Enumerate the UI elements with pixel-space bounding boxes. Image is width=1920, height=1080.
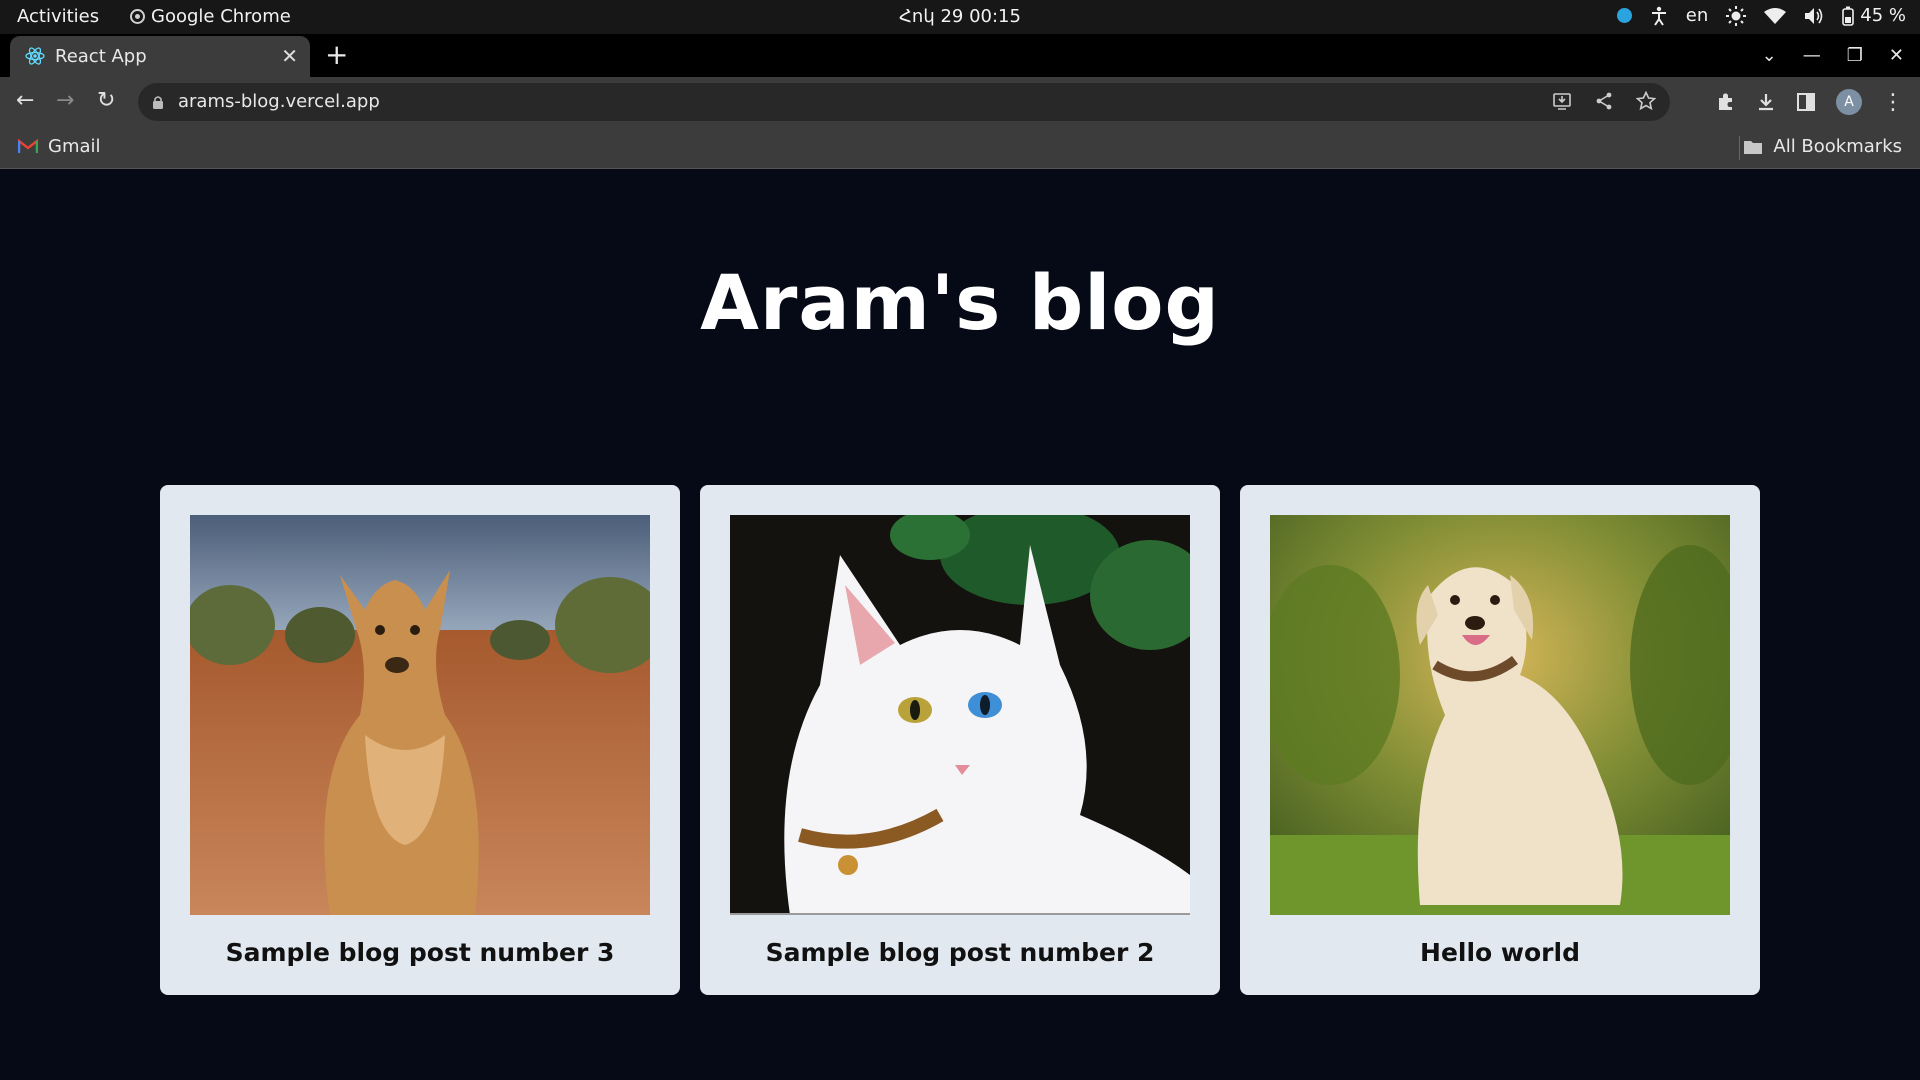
language-indicator[interactable]: en bbox=[1686, 5, 1708, 26]
tab-strip: React App ✕ bbox=[0, 34, 1920, 77]
reload-button[interactable]: ↻ bbox=[97, 89, 115, 113]
gmail-icon bbox=[18, 139, 38, 153]
new-tab-button[interactable]: + bbox=[325, 41, 348, 69]
accessibility-icon[interactable] bbox=[1650, 6, 1668, 26]
browser-toolbar: ← → ↻ arams-blog.vercel.app A ⋮ bbox=[0, 77, 1920, 127]
address-bar[interactable]: arams-blog.vercel.app bbox=[138, 83, 1670, 121]
minimize-button[interactable]: — bbox=[1803, 45, 1821, 66]
system-tray[interactable]: en 45 % bbox=[1616, 5, 1906, 26]
bookmark-star-icon[interactable] bbox=[1636, 91, 1656, 111]
telegram-icon[interactable] bbox=[1616, 8, 1632, 23]
tab-react-app[interactable]: React App ✕ bbox=[10, 36, 310, 77]
url-text[interactable]: arams-blog.vercel.app bbox=[178, 91, 380, 112]
system-top-bar: Activities Google Chrome Հոկ 29 00:15 en… bbox=[0, 0, 1920, 34]
downloads-icon[interactable] bbox=[1756, 92, 1776, 112]
app-menu[interactable]: Google Chrome bbox=[130, 6, 291, 27]
close-tab-icon[interactable]: ✕ bbox=[281, 44, 298, 68]
window-controls: ⌄ — ❐ ✕ bbox=[1762, 34, 1920, 77]
share-icon[interactable] bbox=[1594, 91, 1614, 111]
lock-icon[interactable] bbox=[152, 95, 164, 110]
post-title[interactable]: Hello world bbox=[1240, 938, 1760, 967]
battery-percent: 45 % bbox=[1860, 5, 1906, 26]
menu-kebab-icon[interactable]: ⋮ bbox=[1882, 90, 1904, 115]
install-app-icon[interactable] bbox=[1552, 91, 1572, 111]
bookmarks-bar: Gmail All Bookmarks bbox=[0, 127, 1920, 169]
post-title[interactable]: Sample blog post number 2 bbox=[700, 938, 1220, 967]
chrome-icon bbox=[130, 9, 145, 24]
close-window-button[interactable]: ✕ bbox=[1889, 45, 1904, 66]
restore-button[interactable]: ❐ bbox=[1847, 45, 1863, 66]
post-card[interactable]: Sample blog post number 2 bbox=[700, 485, 1220, 995]
post-image-labrador-dog[interactable] bbox=[1270, 515, 1730, 915]
react-icon bbox=[25, 47, 45, 65]
all-bookmarks-label: All Bookmarks bbox=[1773, 136, 1902, 157]
post-image-kangaroo[interactable] bbox=[190, 515, 650, 915]
clock[interactable]: Հոկ 29 00:15 bbox=[899, 6, 1021, 27]
volume-icon[interactable] bbox=[1804, 7, 1824, 25]
tab-search-icon[interactable]: ⌄ bbox=[1762, 45, 1777, 66]
forward-button[interactable]: → bbox=[56, 89, 74, 113]
blog-title: Aram's blog bbox=[700, 258, 1220, 347]
side-panel-icon[interactable] bbox=[1796, 92, 1816, 112]
post-title[interactable]: Sample blog post number 3 bbox=[160, 938, 680, 967]
wifi-icon[interactable] bbox=[1764, 7, 1787, 25]
bookmark-gmail-label: Gmail bbox=[48, 136, 101, 157]
tab-title: React App bbox=[55, 46, 147, 67]
battery-indicator[interactable]: 45 % bbox=[1842, 5, 1906, 26]
extensions-icon[interactable] bbox=[1716, 92, 1736, 112]
activities-button[interactable]: Activities bbox=[17, 6, 99, 27]
battery-icon bbox=[1842, 6, 1855, 26]
all-bookmarks-button[interactable]: All Bookmarks bbox=[1743, 136, 1902, 157]
app-name: Google Chrome bbox=[151, 6, 291, 27]
post-card[interactable]: Sample blog post number 3 bbox=[160, 485, 680, 995]
bookmark-gmail[interactable]: Gmail bbox=[18, 136, 101, 157]
page-content: Aram's blog Sample blog post number 3 Sa… bbox=[0, 170, 1920, 1080]
post-card[interactable]: Hello world bbox=[1240, 485, 1760, 995]
profile-avatar[interactable]: A bbox=[1836, 89, 1862, 115]
post-image-white-cat[interactable] bbox=[730, 515, 1190, 915]
folder-icon bbox=[1744, 140, 1763, 154]
bookmarks-divider bbox=[1739, 136, 1740, 160]
brightness-icon[interactable] bbox=[1726, 5, 1747, 26]
back-button[interactable]: ← bbox=[16, 89, 34, 113]
